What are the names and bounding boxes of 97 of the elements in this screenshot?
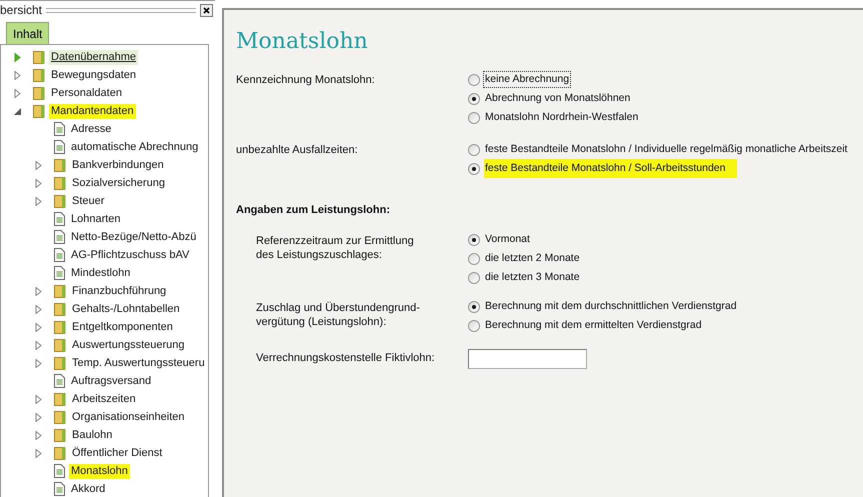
folder-icon	[54, 176, 66, 190]
radio-button[interactable]	[468, 234, 480, 246]
field-label: Kennzeichnung Monatslohn:	[236, 73, 376, 88]
folder-icon	[54, 410, 66, 424]
folder-icon	[54, 194, 66, 208]
option-label[interactable]: die letzten 3 Monate	[484, 270, 581, 286]
radio-button[interactable]	[468, 301, 480, 313]
folder-icon	[54, 392, 66, 406]
tree-item[interactable]: Steuer	[70, 194, 106, 208]
tree-item[interactable]: Arbeitszeiten	[70, 392, 138, 406]
collapsed-triangle-icon[interactable]	[34, 196, 43, 206]
option-label[interactable]: Monatslohn Nordrhein-Westfalen	[484, 110, 640, 126]
radio-button[interactable]	[468, 74, 480, 86]
collapsed-triangle-icon[interactable]	[34, 160, 43, 170]
document-icon	[54, 212, 65, 226]
page-title: Monatslohn	[236, 28, 369, 56]
document-icon	[54, 122, 65, 136]
folder-icon	[54, 338, 66, 352]
tree-item[interactable]: Temp. Auswertungssteueru	[70, 356, 207, 370]
expanded-triangle-icon[interactable]	[13, 106, 22, 116]
panel-tab[interactable]: Inhalt	[6, 22, 50, 44]
tree-item[interactable]: Entgeltkomponenten	[70, 320, 175, 334]
document-icon	[54, 248, 65, 262]
folder-icon	[54, 302, 66, 316]
document-icon	[54, 464, 65, 478]
field-label: Zuschlag und Überstundengrund-vergütung (Leistungslohn):	[256, 300, 421, 330]
collapsed-triangle-icon[interactable]	[34, 358, 43, 368]
field-label: Referenzzeitraum zur Ermittlung des Leistungszuschlages:	[256, 234, 415, 262]
tree-item[interactable]: Mandantendaten	[49, 104, 136, 118]
collapsed-triangle-icon[interactable]	[34, 178, 43, 188]
tree-item[interactable]: Bewegungsdaten	[49, 68, 138, 82]
radio-button[interactable]	[468, 144, 480, 156]
close-button[interactable]	[200, 4, 213, 16]
field-label: unbezahlte Ausfallzeiten:	[236, 143, 359, 158]
option-label[interactable]: Berechnung mit dem ermittelten Verdienstgrad	[484, 318, 703, 334]
folder-icon	[33, 50, 45, 64]
tree-item[interactable]: Auftragsversand	[69, 374, 154, 388]
collapsed-triangle-icon[interactable]	[34, 322, 43, 332]
folder-icon	[54, 158, 66, 172]
tree-item[interactable]: Bankverbindungen	[70, 158, 166, 172]
option-label[interactable]: Berechnung mit dem durchschnittlichen Verdienstgrad	[484, 299, 738, 315]
tree-item[interactable]: Mindestlohn	[69, 266, 132, 280]
document-icon	[54, 230, 65, 244]
tree-item[interactable]: Auswertungssteuerung	[70, 338, 187, 352]
section-heading: Angaben zum Leistungslohn:	[236, 203, 391, 218]
collapsed-triangle-icon[interactable]	[34, 394, 43, 404]
field-label: Verrechnungskostenstelle Fiktivlohn:	[256, 351, 436, 366]
tree-item[interactable]: Netto-Bezüge/Netto-Abzü	[69, 230, 198, 244]
tree-item[interactable]: Akkord	[69, 482, 108, 496]
collapsed-triangle-icon[interactable]	[34, 286, 43, 296]
tree-item[interactable]: Adresse	[69, 122, 114, 136]
document-icon	[54, 266, 65, 280]
close-icon	[203, 6, 210, 14]
option-label[interactable]: Abrechnung von Monatslöhnen	[484, 90, 632, 106]
collapsed-triangle-icon[interactable]	[34, 340, 43, 350]
folder-icon	[54, 356, 66, 370]
collapsed-triangle-icon[interactable]	[34, 304, 43, 314]
folder-icon	[54, 320, 66, 334]
collapsed-triangle-icon[interactable]	[13, 52, 22, 62]
radio-button[interactable]	[468, 162, 480, 174]
tree-item[interactable]: Gehalts-/Lohntabellen	[70, 302, 182, 316]
tree-item[interactable]: Baulohn	[70, 428, 114, 442]
folder-icon	[54, 428, 66, 442]
tree-item[interactable]: automatische Abrechnung	[69, 140, 200, 154]
collapsed-triangle-icon[interactable]	[34, 412, 43, 422]
tree-item[interactable]: Datenübernahme	[49, 50, 138, 64]
radio-button[interactable]	[468, 112, 480, 124]
collapsed-triangle-icon[interactable]	[13, 70, 22, 80]
tree-item[interactable]: Personaldaten	[49, 86, 124, 100]
document-icon	[54, 140, 65, 154]
radio-button[interactable]	[468, 320, 480, 332]
folder-icon	[33, 86, 45, 100]
folder-icon	[33, 104, 45, 118]
tree-item[interactable]: Lohnarten	[69, 212, 123, 226]
option-label[interactable]: Vormonat	[484, 232, 531, 248]
radio-button[interactable]	[468, 253, 480, 265]
option-label[interactable]: feste Bestandteile Monatslohn / Soll-Arbeitsstunden	[484, 158, 738, 178]
radio-button[interactable]	[468, 92, 480, 104]
input-field[interactable]	[468, 348, 587, 368]
option-label[interactable]: die letzten 2 Monate	[484, 251, 581, 267]
tree-item[interactable]: Organisationseinheiten	[70, 410, 187, 424]
tree-item[interactable]: Monatslohn	[69, 464, 130, 478]
tree-item[interactable]: Öffentlicher Dienst	[70, 446, 164, 460]
folder-icon	[54, 446, 66, 460]
collapsed-triangle-icon[interactable]	[13, 88, 22, 98]
tree-item[interactable]: Finanzbuchführung	[70, 284, 168, 298]
option-label[interactable]: keine Abrechnung	[484, 72, 570, 88]
tree-item[interactable]: Sozialversicherung	[70, 176, 167, 190]
folder-icon	[54, 284, 66, 298]
panel-title: bersicht	[0, 2, 42, 19]
tree-item[interactable]: AG-Pflichtzuschuss bAV	[69, 248, 192, 262]
radio-button[interactable]	[468, 272, 480, 284]
collapsed-triangle-icon[interactable]	[34, 448, 43, 458]
collapsed-triangle-icon[interactable]	[34, 430, 43, 440]
option-label[interactable]: feste Bestandteile Monatslohn / Individuelle regelmäßig monatliche Arbeitszeit	[484, 142, 848, 158]
document-icon	[54, 374, 65, 388]
folder-icon	[33, 68, 45, 82]
